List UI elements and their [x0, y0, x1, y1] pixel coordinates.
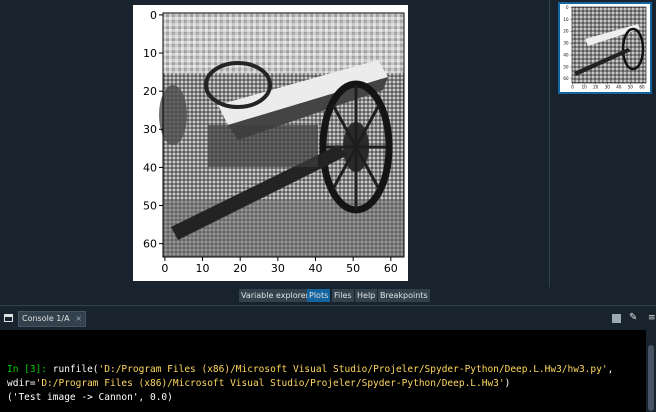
plot-y-tick-label: 40 — [143, 161, 157, 174]
thumbnail-x-tick-label: 20 — [593, 85, 599, 90]
plot-y-tick-label: 50 — [143, 199, 157, 212]
console-tab[interactable]: Console 1/A × — [18, 311, 86, 327]
tab-breakpoints[interactable]: Breakpoints — [378, 289, 430, 302]
wdir-close: ) — [504, 378, 511, 389]
thumbnail-y-tick-label: 20 — [563, 29, 569, 34]
thumbnail-x-tick-label: 40 — [616, 85, 622, 90]
console-output-line: ('Test image -> Cannon', 0.0) — [7, 392, 173, 403]
plot-x-tick-label: 30 — [271, 262, 285, 275]
plot-y-tick-label: 10 — [143, 47, 157, 60]
thumbnail-x-tick-label: 30 — [605, 85, 611, 90]
console-scroll-thumb[interactable] — [648, 345, 654, 411]
tab-help[interactable]: Help — [355, 289, 378, 302]
tab-variable-explorer[interactable]: Variable explorer — [239, 289, 311, 302]
clear-console-icon[interactable]: ✎ — [629, 312, 639, 324]
command-sep: , — [607, 364, 614, 375]
plot-y-tick-label: 0 — [150, 9, 157, 22]
console-header — [0, 305, 656, 330]
tab-files[interactable]: Files — [332, 289, 354, 302]
plot-x-tick-label: 0 — [161, 262, 168, 275]
thumbnail-x-tick-label: 0 — [571, 85, 574, 90]
plot-x-tick-label: 50 — [346, 262, 360, 275]
image-content — [159, 13, 404, 257]
stop-icon[interactable] — [612, 314, 621, 323]
thumbnail-canvas: 0 10 20 30 40 50 600102030405060 — [563, 5, 647, 90]
wdir-path: 'D:/Program Files (x86)/Microsoft Visual… — [35, 378, 505, 389]
thumbnail-y-tick-label: 60 — [563, 76, 569, 81]
thumbnail-y-tick-label: 10 — [563, 17, 569, 22]
thumbnail-y-tick-label: 30 — [563, 41, 569, 46]
pane-splitter[interactable] — [541, 0, 549, 287]
wdir-label: wdir= — [7, 378, 36, 389]
options-menu-icon[interactable]: ≡ — [648, 312, 656, 324]
plot-image-canvas: 0 10 20 30 40 50 60 0 10 20 30 40 50 60 — [143, 9, 405, 275]
close-icon[interactable]: × — [75, 312, 82, 326]
console-command-line: In [3]: runfile('D:/Program Files (x86)/… — [7, 363, 613, 376]
plot-x-tick-label: 10 — [196, 262, 210, 275]
plot-y-tick-label: 20 — [143, 85, 157, 98]
plot-y-tick-label: 30 — [143, 123, 157, 136]
plot-y-tick-label: 60 — [143, 238, 157, 251]
command-func: runfile( — [47, 364, 99, 375]
thumbnail-x-tick-label: 50 — [628, 85, 634, 90]
thumbnail-x-tick-label: 60 — [639, 85, 645, 90]
tab-plots[interactable]: Plots — [307, 289, 331, 302]
thumbnail-y-tick-label: 50 — [563, 64, 569, 69]
plot-x-tick-label: 20 — [233, 262, 247, 275]
console-prompt: In [3]: — [7, 364, 48, 375]
command-path: 'D:/Program Files (x86)/Microsoft Visual… — [98, 364, 608, 375]
plot-x-tick-label: 60 — [384, 262, 398, 275]
thumbnail-x-tick-label: 10 — [582, 85, 588, 90]
console-wdir-line: wdir='D:/Program Files (x86)/Microsoft V… — [7, 377, 510, 390]
plot-figure: 0 10 20 30 40 50 60 0 10 20 30 40 50 60 — [133, 5, 408, 281]
plot-thumbnail[interactable]: 0 10 20 30 40 50 60 0 10 20 30 40 50 60 — [558, 2, 652, 94]
thumbnail-y-tick-label: 0 — [566, 5, 569, 10]
thumbnail-y-tick-label: 40 — [563, 52, 569, 57]
console-icon — [4, 314, 13, 322]
plot-x-tick-label: 40 — [309, 262, 323, 275]
console-tab-label: Console 1/A — [22, 314, 70, 323]
